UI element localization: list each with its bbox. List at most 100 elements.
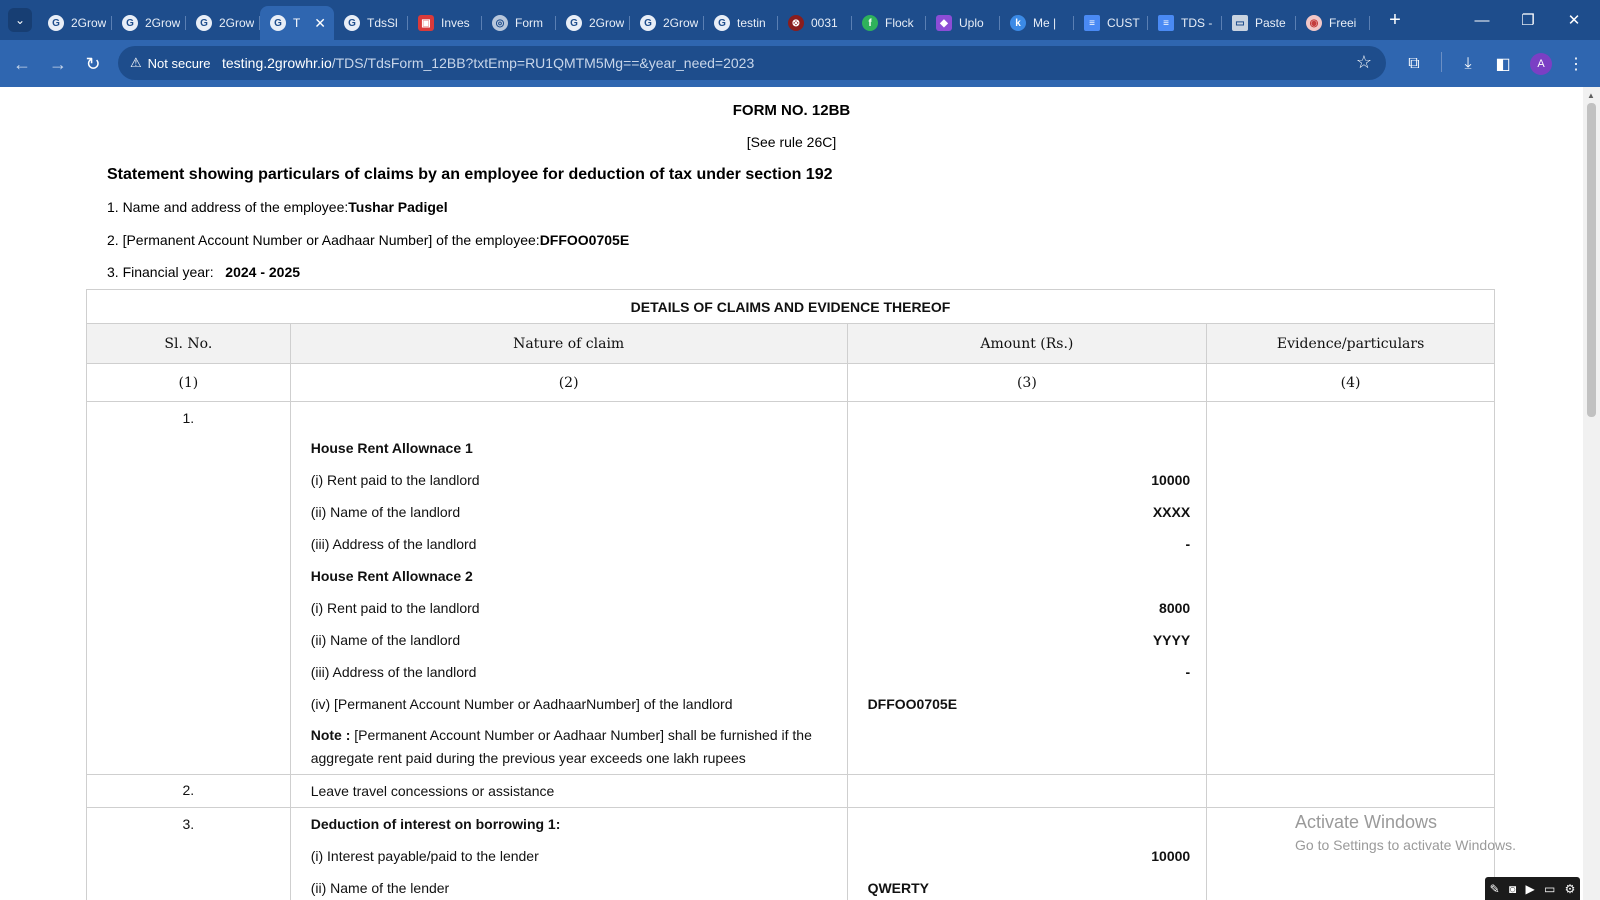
browser-tab[interactable]: G TdsSl — [334, 6, 408, 40]
table-row: 2. Leave travel concessions or assistanc… — [86, 774, 1495, 808]
hra2-heading: House Rent Allownace 2 — [310, 568, 473, 584]
url-text[interactable]: testing.2growhr.io/TDS/TdsForm_12BB?txtE… — [222, 55, 754, 71]
arrow-left-icon: ← — [13, 53, 31, 74]
twogrow-favicon-icon: G — [344, 15, 360, 31]
url-host: testing.2growhr.io — [222, 55, 332, 71]
lta-label: Leave travel concessions or assistance — [310, 783, 555, 799]
vertical-scrollbar[interactable]: ▲ — [1583, 87, 1600, 900]
browser-tab[interactable]: ▭ Paste — [1222, 6, 1296, 40]
row-sl-no: 3. — [86, 807, 291, 900]
employee-name-label: 1. Name and address of the employee: — [107, 199, 349, 215]
claim-cell: Leave travel concessions or assistance — [289, 774, 848, 808]
pen-icon[interactable]: ✎ — [1490, 882, 1500, 896]
page-viewport: FORM NO. 12BB [See rule 26C] Statement s… — [0, 87, 1583, 900]
forward-button[interactable]: → — [45, 51, 71, 77]
profile-avatar[interactable]: A — [1530, 53, 1552, 75]
browser-tab[interactable]: G T ✕ — [260, 6, 334, 40]
tab-label: 2Grow — [71, 16, 107, 30]
close-icon: ✕ — [1567, 12, 1581, 29]
flock-favicon-icon: f — [862, 15, 878, 31]
close-window-button[interactable]: ✕ — [1560, 8, 1588, 32]
browser-tab[interactable]: ◎ Form — [482, 6, 556, 40]
restore-icon: ❐ — [1521, 12, 1535, 29]
settings-gear-icon[interactable]: ⚙ — [1565, 882, 1576, 896]
security-label: Not secure — [147, 55, 211, 71]
tab-label: Paste — [1255, 16, 1286, 30]
amount-cell: 10000 QWERTY — [846, 807, 1208, 900]
extensions-icon[interactable]: ⧉ — [1402, 52, 1426, 76]
browser-tab[interactable]: ◉ Freei — [1296, 6, 1370, 40]
dark-red-favicon-icon: ⊗ — [788, 15, 804, 31]
browser-tab[interactable]: ≡ CUST — [1074, 6, 1148, 40]
column-header-sl-no: Sl. No. — [86, 323, 291, 364]
lender-name-label: (ii) Name of the lender — [310, 880, 450, 896]
chevron-down-icon: ⌄ — [14, 13, 26, 27]
tab-label: TDS - — [1181, 16, 1213, 30]
activate-windows-watermark: Activate Windows Go to Settings to activ… — [1295, 812, 1516, 853]
form-rule: [See rule 26C] — [746, 134, 837, 150]
borrowing-heading: Deduction of interest on borrowing 1: — [310, 816, 561, 832]
tab-search-button[interactable]: ⌄ — [8, 8, 32, 32]
browser-tab[interactable]: ⊗ 0031 — [778, 6, 852, 40]
browser-tab[interactable]: ≡ TDS - — [1148, 6, 1222, 40]
watermark-line-1: Activate Windows — [1295, 812, 1438, 832]
hra-note: Note : [Permanent Account Number or Aadh… — [311, 720, 827, 774]
window-icon[interactable]: ▭ — [1544, 882, 1555, 896]
restore-button[interactable]: ❐ — [1514, 8, 1542, 32]
hra2-landlord-address: - — [1185, 664, 1191, 680]
hra1-landlord-name-label: (ii) Name of the landlord — [310, 504, 461, 520]
docs-favicon-icon: ≡ — [1084, 15, 1100, 31]
menu-kebab-icon[interactable]: ⋮ — [1564, 52, 1588, 76]
column-number-4: (4) — [1206, 363, 1495, 402]
note-text: [Permanent Account Number or Aadhaar Num… — [310, 727, 812, 766]
browser-tab[interactable]: G 2Grow — [38, 6, 112, 40]
bookmark-star-icon[interactable]: ☆ — [1356, 52, 1372, 73]
browser-tab[interactable]: Gtestin — [704, 6, 778, 40]
browser-tab[interactable]: G 2Grow — [112, 6, 186, 40]
claims-table: DETAILS OF CLAIMS AND EVIDENCE THEREOF S… — [86, 289, 1495, 900]
address-bar[interactable]: ⚠ Not secure testing.2growhr.io/TDS/TdsF… — [118, 46, 1386, 80]
hra1-landlord-address-label: (iii) Address of the landlord — [310, 536, 477, 552]
paste-favicon-icon: ▭ — [1232, 15, 1248, 31]
warning-triangle-icon: ⚠ — [130, 55, 142, 70]
hra1-landlord-name: XXXX — [1152, 504, 1191, 520]
amount-cell — [846, 774, 1208, 808]
new-tab-button[interactable]: + — [1382, 7, 1408, 33]
browser-tab[interactable]: k Me | — [1000, 6, 1074, 40]
evidence-cell — [1206, 774, 1495, 808]
column-header-evidence: Evidence/particulars — [1206, 323, 1495, 364]
browser-tab[interactable]: ◆ Uplo — [926, 6, 1000, 40]
tab-label: 2Grow — [589, 16, 625, 30]
minimize-button[interactable]: — — [1468, 8, 1496, 32]
tab-strip: ⌄ G 2Grow G 2Grow G 2Grow G T ✕ G TdsSl ▣ Inves ◎ Form… — [0, 0, 1600, 40]
reload-button[interactable]: ↻ — [80, 51, 106, 77]
financial-year-value: 2024 - 2025 — [225, 264, 301, 280]
browser-tab[interactable]: G 2Grow — [556, 6, 630, 40]
upload-favicon-icon: ◆ — [936, 15, 952, 31]
browser-tab[interactable]: G 2Grow — [186, 6, 260, 40]
back-button[interactable]: ← — [9, 51, 35, 77]
watermark-line-2: Go to Settings to activate Windows. — [1295, 837, 1516, 853]
financial-year-label: 3. Financial year: — [107, 264, 214, 280]
browser-tab[interactable]: ▣ Inves — [408, 6, 482, 40]
camera-icon[interactable]: ◙ — [1509, 882, 1516, 896]
url-path: /TDS/TdsForm_12BB?txtEmp=RU1QMTM5Mg==&ye… — [331, 55, 755, 71]
video-icon[interactable]: ▶ — [1525, 882, 1534, 896]
browser-tab[interactable]: G 2Grow — [630, 6, 704, 40]
side-panel-icon[interactable]: ◧ — [1491, 52, 1515, 76]
security-indicator[interactable]: ⚠ Not secure — [130, 53, 211, 73]
browser-tab[interactable]: f Flock — [852, 6, 926, 40]
tab-close-icon[interactable]: ✕ — [314, 15, 326, 32]
tab-label: Flock — [885, 16, 914, 30]
scroll-up-icon[interactable]: ▲ — [1587, 91, 1595, 100]
hra2-landlord-name-label: (ii) Name of the landlord — [310, 632, 461, 648]
hra2-rent-amount: 8000 — [1159, 600, 1191, 616]
download-icon[interactable]: ⤓ — [1456, 52, 1480, 76]
scroll-thumb[interactable] — [1587, 103, 1596, 417]
amount-cell: 10000 XXXX - 8000 YYYY - DFFOO0705E — [846, 401, 1208, 775]
toolbar-separator — [1441, 52, 1442, 72]
claim-cell: House Rent Allownace 1 (i) Rent paid to … — [289, 401, 848, 775]
landlord-pan-value: DFFOO0705E — [867, 696, 958, 712]
hra2-landlord-name: YYYY — [1152, 632, 1191, 648]
